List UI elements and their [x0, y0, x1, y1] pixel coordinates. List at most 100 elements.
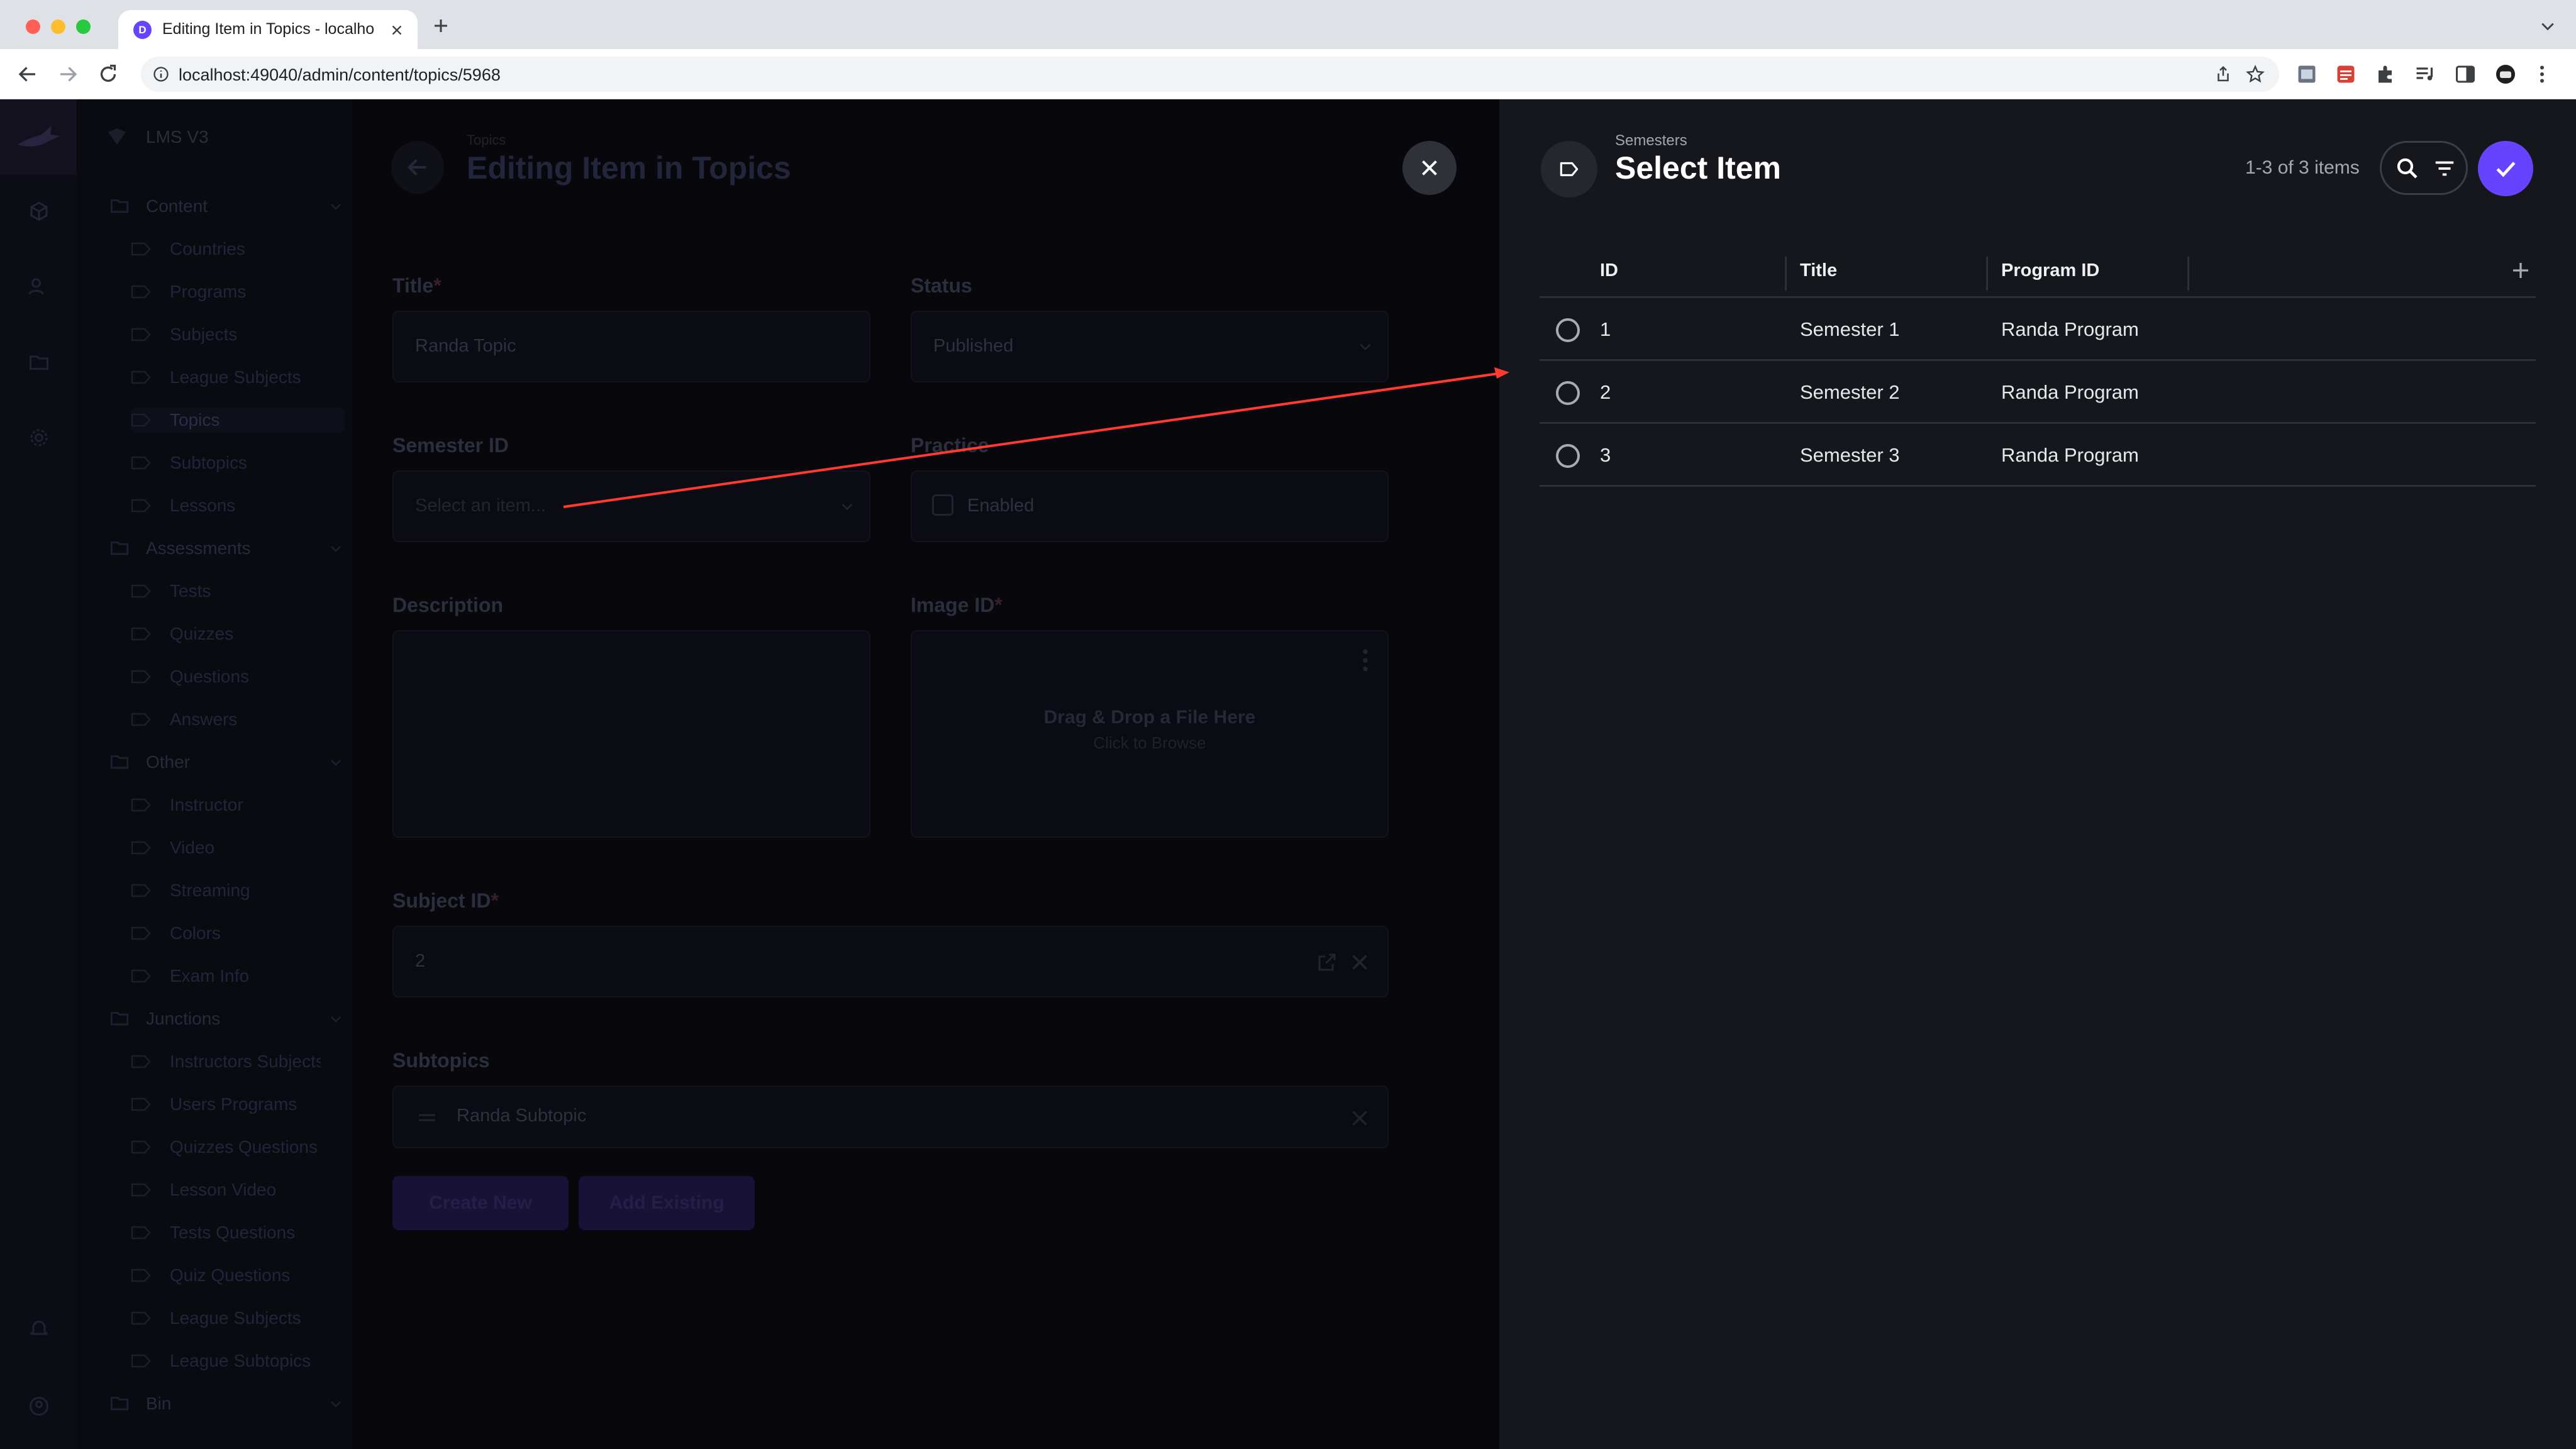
nav-group-other[interactable]: Other: [108, 750, 347, 775]
nav-group-bin[interactable]: Bin: [108, 1391, 347, 1416]
add-existing-button[interactable]: Add Existing: [579, 1176, 755, 1230]
back-button[interactable]: [391, 141, 444, 194]
content-cube-icon[interactable]: [28, 200, 50, 223]
folder-icon: [110, 199, 129, 213]
reload-icon[interactable]: [97, 63, 119, 86]
nav-item-quizzes-questions[interactable]: Quizzes Questions: [131, 1135, 345, 1160]
nav-item-exam-info[interactable]: Exam Info: [131, 963, 345, 989]
settings-gear-icon[interactable]: [28, 426, 50, 449]
back-arrow-icon[interactable]: [16, 63, 39, 86]
filter-icon[interactable]: [2432, 157, 2457, 180]
nav-item-users-programs[interactable]: Users Programs: [131, 1092, 345, 1117]
image-upload-dropzone[interactable]: Drag & Drop a File Here Click to Browse: [911, 630, 1389, 838]
nav-item-quizzes[interactable]: Quizzes: [131, 621, 345, 647]
more-options-icon[interactable]: [1362, 648, 1368, 673]
nav-item-programs[interactable]: Programs: [131, 279, 345, 304]
drag-handle-icon[interactable]: [418, 1111, 436, 1124]
address-bar[interactable]: localhost:49040/admin/content/topics/596…: [141, 57, 2279, 92]
status-select[interactable]: Published: [911, 311, 1389, 382]
nav-item-league-subtopics[interactable]: League Subtopics: [131, 1348, 345, 1374]
folder-icon[interactable]: [28, 351, 50, 374]
open-in-new-icon[interactable]: [1316, 951, 1338, 974]
semester-select[interactable]: Select an item...: [392, 470, 870, 542]
forward-arrow-icon[interactable]: [57, 63, 79, 86]
nav-group-assessments[interactable]: Assessments: [108, 536, 347, 561]
search-icon[interactable]: [2394, 155, 2421, 182]
remove-x-icon[interactable]: [1348, 1107, 1371, 1130]
nav-item-tests[interactable]: Tests: [131, 579, 345, 604]
bookmark-star-icon[interactable]: [2245, 64, 2265, 84]
nav-item-tests-questions[interactable]: Tests Questions: [131, 1220, 345, 1245]
column-resize-handle[interactable]: [2187, 257, 2189, 291]
subject-relation-field[interactable]: 2: [392, 926, 1389, 997]
module-bar: [0, 99, 77, 1449]
nav-item-lessons[interactable]: Lessons: [131, 493, 345, 518]
nav-item-colors[interactable]: Colors: [131, 921, 345, 946]
breadcrumb[interactable]: Topics: [467, 132, 506, 148]
row-select-radio[interactable]: [1556, 318, 1580, 342]
column-resize-handle[interactable]: [1986, 257, 1988, 291]
upload-browse-link[interactable]: Click to Browse: [912, 733, 1387, 753]
tab-close-icon[interactable]: [389, 22, 405, 38]
clear-x-icon[interactable]: [1348, 951, 1371, 974]
window-maximize-button[interactable]: [76, 19, 91, 34]
browser-menu-icon[interactable]: [2537, 63, 2547, 86]
nav-item-streaming[interactable]: Streaming: [131, 878, 345, 903]
app-logo[interactable]: [0, 99, 77, 175]
nav-item-subjects[interactable]: Subjects: [131, 322, 345, 347]
confirm-selection-button[interactable]: [2478, 141, 2533, 196]
subtopic-list-item[interactable]: Randa Subtopic: [392, 1085, 1389, 1148]
nav-item-league-subjects[interactable]: League Subjects: [131, 1306, 345, 1331]
media-playlist-icon[interactable]: [2414, 63, 2436, 86]
nav-item-topics[interactable]: Topics: [131, 408, 345, 433]
window-close-button[interactable]: [26, 19, 40, 34]
subtopic-name: Randa Subtopic: [457, 1106, 587, 1126]
new-tab-icon[interactable]: [431, 16, 450, 35]
cell-title: Semester 3: [1800, 444, 1900, 466]
folder-icon: [110, 1397, 129, 1411]
nav-item-league-subjects[interactable]: League Subjects: [131, 365, 345, 390]
nav-item-instructor[interactable]: Instructor: [131, 792, 345, 818]
table-row[interactable]: 2 Semester 2 Randa Program: [1540, 361, 2536, 424]
drawer-collection-name: Semesters: [1615, 132, 1687, 149]
tab-search-chevron-icon[interactable]: [2540, 20, 2556, 33]
nav-item-answers[interactable]: Answers: [131, 707, 345, 732]
extension-todoist-icon[interactable]: [2334, 63, 2357, 86]
profile-avatar-icon[interactable]: [2494, 63, 2517, 86]
create-new-button[interactable]: Create New: [392, 1176, 569, 1230]
users-icon[interactable]: [28, 275, 50, 298]
nav-item-questions[interactable]: Questions: [131, 664, 345, 689]
window-minimize-button[interactable]: [51, 19, 65, 34]
column-header-program-id[interactable]: Program ID: [2001, 260, 2099, 281]
table-row[interactable]: 1 Semester 1 Randa Program: [1540, 298, 2536, 361]
practice-toggle[interactable]: Enabled: [911, 470, 1389, 542]
site-info-icon[interactable]: [152, 65, 170, 83]
extension-photo-icon[interactable]: [2296, 63, 2318, 86]
nav-item-video[interactable]: Video: [131, 835, 345, 860]
side-panel-icon[interactable]: [2454, 63, 2477, 86]
row-select-radio[interactable]: [1556, 381, 1580, 405]
column-resize-handle[interactable]: [1785, 257, 1787, 291]
nav-item-label: Subtopics: [170, 453, 247, 472]
column-header-id[interactable]: ID: [1600, 260, 1618, 281]
close-drawer-button[interactable]: [1402, 141, 1457, 195]
column-header-title[interactable]: Title: [1800, 260, 1837, 281]
nav-item-lesson-video[interactable]: Lesson Video: [131, 1177, 345, 1202]
nav-item-subtopics[interactable]: Subtopics: [131, 450, 345, 475]
title-input[interactable]: Randa Topic: [392, 311, 870, 382]
row-select-radio[interactable]: [1556, 444, 1580, 468]
user-avatar-icon[interactable]: [28, 1395, 50, 1418]
add-column-plus-icon[interactable]: [2509, 259, 2532, 282]
nav-item-quiz-questions[interactable]: Quiz Questions: [131, 1263, 345, 1288]
chevron-down-icon: [331, 760, 341, 766]
notifications-bell-icon[interactable]: [28, 1317, 50, 1340]
nav-group-junctions[interactable]: Junctions: [108, 1006, 347, 1031]
nav-item-instructors-subjects[interactable]: Instructors Subjects: [131, 1049, 345, 1074]
description-textarea[interactable]: [392, 630, 870, 838]
table-row[interactable]: 3 Semester 3 Randa Program: [1540, 424, 2536, 487]
extensions-puzzle-icon[interactable]: [2375, 63, 2397, 86]
nav-item-countries[interactable]: Countries: [131, 236, 345, 262]
share-icon[interactable]: [2214, 65, 2233, 84]
browser-tab[interactable]: D Editing Item in Topics - localho: [118, 10, 418, 49]
nav-group-content[interactable]: Content: [108, 194, 347, 219]
